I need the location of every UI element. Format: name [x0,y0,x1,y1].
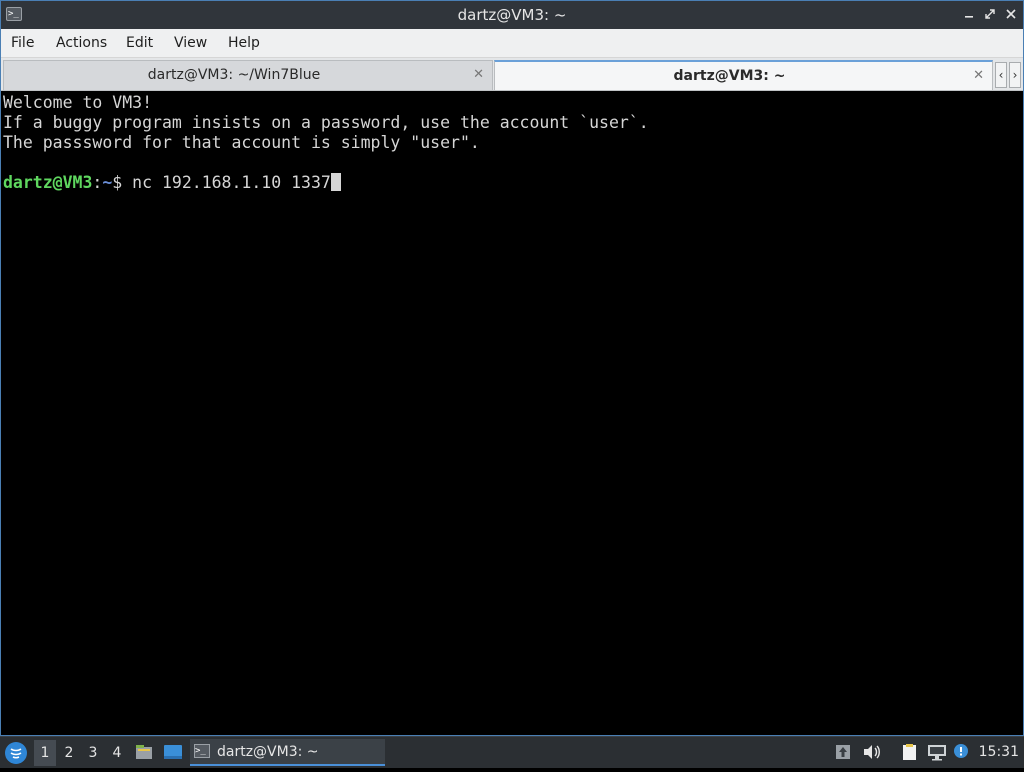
clipboard-icon [903,744,916,760]
text-cursor [330,173,341,191]
tab-close-icon[interactable]: ✕ [973,62,984,90]
prompt-line: dartz@VM3:~$ nc 192.168.1.10 1337 [3,173,1021,193]
title-bar[interactable]: >_ dartz@VM3: ~ [1,1,1023,29]
terminal-line: Welcome to VM3! [3,93,153,112]
info-notification-icon [954,744,968,758]
prompt-path: ~ [102,173,113,192]
window-title: dartz@VM3: ~ [457,6,567,24]
menu-bar: File Actions Edit View Help [1,29,1023,58]
workspace-3[interactable]: 3 [82,740,104,766]
terminal-task-icon: >_ [194,744,210,758]
taskbar-clock[interactable]: 15:31 [979,737,1019,768]
network-icon [928,745,946,761]
prompt-symbol: $ [112,173,133,192]
tab-close-icon[interactable]: ✕ [473,61,484,89]
tab-label: dartz@VM3: ~ [673,68,786,84]
tray-updates[interactable] [834,743,852,761]
workspace-2[interactable]: 2 [58,740,80,766]
workspace-1[interactable]: 1 [34,740,56,766]
menu-actions[interactable]: Actions [56,29,107,57]
task-label: dartz@VM3: ~ [217,744,319,760]
tray-up-arrow-icon [836,745,850,759]
menu-view[interactable]: View [174,29,207,57]
start-menu-button[interactable] [5,742,27,764]
taskbar: 1 2 3 4 >_ dartz@VM3: ~ 15:31 [0,736,1024,768]
maximize-button[interactable] [980,5,1000,25]
file-manager-launcher[interactable] [135,744,153,760]
close-button[interactable] [1001,5,1021,25]
prompt-user: dartz@VM3 [3,173,93,192]
restore-icon [985,9,995,19]
terminal-window: >_ dartz@VM3: ~ File Actions Edit View H… [0,0,1024,736]
tray-notification[interactable] [952,743,972,761]
show-desktop-button[interactable] [163,744,182,760]
terminal-line: The passsword for that account is simply… [3,133,480,152]
tray-volume[interactable] [862,743,882,761]
tab-scroll-left-icon[interactable]: ‹ [995,62,1007,88]
menu-edit[interactable]: Edit [126,29,153,57]
prompt-separator: : [92,173,103,192]
volume-icon [864,745,880,759]
tab-bar: dartz@VM3: ~/Win7Blue ✕ dartz@VM3: ~ ✕ ‹… [1,58,1023,91]
tab-home[interactable]: dartz@VM3: ~ ✕ [494,60,993,90]
terminal-line: If a buggy program insists on a password… [3,113,649,132]
folder-icon [136,745,152,759]
menu-help[interactable]: Help [228,29,260,57]
desktop-icon [164,745,182,759]
minimize-icon [965,16,973,18]
tab-scroll-right-icon[interactable]: › [1009,62,1021,88]
terminal-output[interactable]: Welcome to VM3! If a buggy program insist… [1,91,1023,735]
tab-label: dartz@VM3: ~/Win7Blue [147,67,321,83]
tab-win7blue[interactable]: dartz@VM3: ~/Win7Blue ✕ [3,60,493,90]
taskbar-task-terminal[interactable]: >_ dartz@VM3: ~ [190,739,385,766]
minimize-button[interactable] [959,5,979,25]
tray-network[interactable] [926,743,948,761]
command-input[interactable]: nc 192.168.1.10 1337 [132,173,331,192]
tray-clipboard[interactable] [900,743,920,761]
workspace-4[interactable]: 4 [106,740,128,766]
start-menu-icon [6,743,26,763]
menu-file[interactable]: File [11,29,34,57]
close-icon [1006,9,1016,19]
